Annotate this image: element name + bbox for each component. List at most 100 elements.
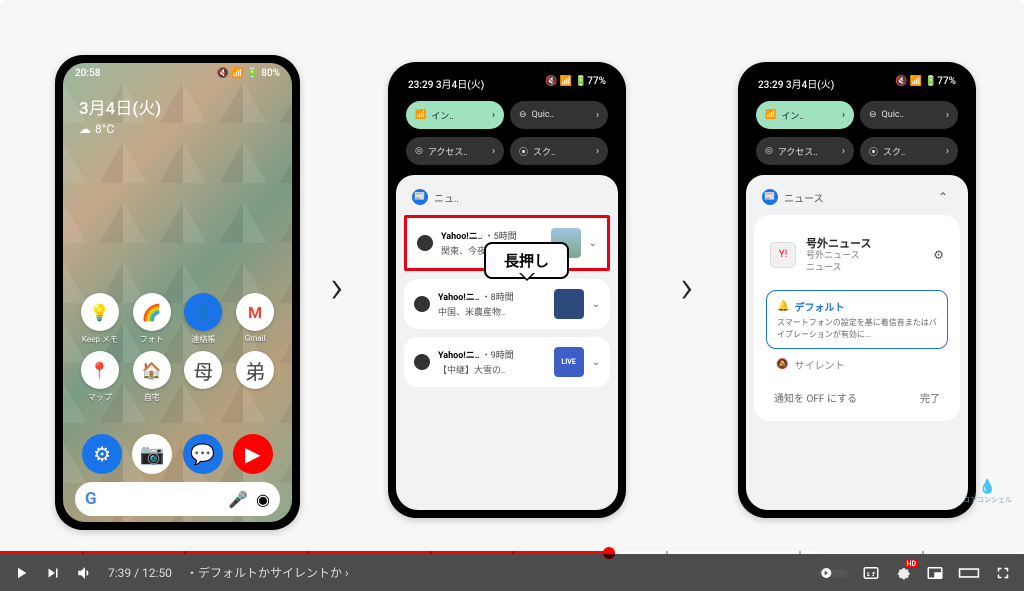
notification-yahoo-2[interactable]: Yahoo!ニ‥ ・8時間 中国、米農産物‥ ⌄ — [404, 279, 610, 329]
chevron-down-icon[interactable]: ⌄ — [589, 238, 597, 249]
player-controls: 7:39 / 12:50 ・デフォルトかサイレントか › HD — [0, 554, 1024, 591]
mic-icon[interactable]: 🎤 — [228, 490, 248, 509]
news-icon: 📰 — [412, 189, 428, 205]
quick-settings-row-1: 📶イン‥› ⊖Quic‥› — [746, 97, 968, 133]
option-default-desc: スマートフォンの設定を基に着信音またはバイブレーションが有効に... — [777, 317, 937, 339]
chevron-right-icon: › — [842, 146, 845, 157]
theater-button[interactable] — [958, 564, 980, 582]
qs-screen[interactable]: ⦿スク‥› — [510, 137, 608, 165]
cc-icon — [862, 564, 880, 582]
dock-messages[interactable]: 💬 — [183, 434, 223, 474]
done-button[interactable]: 完了 — [920, 390, 940, 405]
chevron-right-icon: › — [596, 146, 599, 157]
wifi-icon: 📶 — [765, 110, 776, 120]
notification-channel-row: Y! 号外ニュース 号外ニュース ニュース ⚙ — [766, 227, 948, 282]
screen-icon: ⦿ — [869, 145, 878, 158]
yahoo-news-icon: Y! — [770, 242, 796, 268]
news-icon: 📰 — [762, 189, 778, 205]
phone-home-screen: 20:58 🔇 📶 🔋 80% 3月4日(火) ☁ 8°C 💡Keep メモ 🌈… — [55, 55, 300, 530]
gear-icon[interactable]: ⚙ — [933, 248, 944, 262]
app-photos[interactable]: 🌈フォト — [129, 293, 175, 345]
bell-icon: 🔔 — [777, 301, 789, 312]
notification-panel: 📰 ニュ‥ Yahoo!ニ‥ ・5時間 関東、今夜には‥ ⌄ Yahoo!ニ‥ … — [396, 175, 618, 510]
app-keep[interactable]: 💡Keep メモ — [77, 293, 123, 345]
chevron-right-icon: › — [946, 110, 949, 121]
chevron-right-icon: › — [345, 566, 349, 580]
weather-icon: ☁ — [79, 122, 91, 136]
play-icon — [12, 564, 30, 582]
screen-icon: ⦿ — [519, 145, 528, 158]
notif-section-header: 📰ニュース ⌃ — [754, 185, 960, 215]
arrow-icon: › — [330, 260, 344, 314]
qs-internet[interactable]: 📶イン‥› — [756, 101, 854, 129]
weather-row: ☁ 8°C — [79, 122, 276, 136]
long-press-callout: 長押し — [484, 242, 569, 279]
option-silent[interactable]: 🔕 サイレント — [766, 349, 948, 380]
yahoo-app-icon — [417, 235, 433, 251]
channel-title: 号外ニュース — [806, 235, 923, 251]
qs-accessibility[interactable]: ◎アクセス‥› — [756, 137, 854, 165]
turn-off-button[interactable]: 通知を OFF にする — [774, 390, 857, 405]
dock-settings[interactable]: ⚙ — [82, 434, 122, 474]
app-mother-contact[interactable]: 母 — [181, 351, 227, 403]
video-content: 20:58 🔇 📶 🔋 80% 3月4日(火) ☁ 8°C 💡Keep メモ 🌈… — [0, 0, 1024, 554]
notification-panel: 📰ニュース ⌃ Y! 号外ニュース 号外ニュース ニュース ⚙ 🔔 — [746, 175, 968, 510]
date-text: 3月4日(火) — [79, 94, 276, 119]
status-bar: 23:29 3月4日(火) 🔇 📶 🔋77% — [396, 70, 618, 97]
status-time: 20:58 — [75, 68, 100, 79]
bell-off-icon: 🔕 — [776, 359, 788, 370]
theater-icon — [958, 564, 980, 582]
qs-screen[interactable]: ⦿スク‥› — [860, 137, 958, 165]
notification-settings-card: Y! 号外ニュース 号外ニュース ニュース ⚙ 🔔デフォルト スマートフォンの設… — [754, 215, 960, 421]
chevron-right-icon: › — [492, 146, 495, 157]
next-button[interactable] — [44, 564, 62, 582]
play-button[interactable] — [12, 564, 30, 582]
temp-text: 8°C — [95, 122, 114, 136]
lens-icon[interactable]: ◉ — [256, 490, 270, 509]
qs-accessibility[interactable]: ◎アクセス‥› — [406, 137, 504, 165]
chevron-down-icon[interactable]: ⌄ — [592, 357, 600, 368]
fullscreen-button[interactable] — [994, 564, 1012, 582]
fullscreen-icon — [994, 564, 1012, 582]
qs-quickshare[interactable]: ⊖Quic‥› — [510, 101, 608, 129]
arrow-icon: › — [680, 260, 694, 314]
settings-button[interactable]: HD — [894, 564, 912, 582]
volume-icon — [76, 564, 94, 582]
app-home[interactable]: 🏠自宅 — [129, 351, 175, 403]
qs-internet[interactable]: 📶イン‥› — [406, 101, 504, 129]
notification-yahoo-3[interactable]: Yahoo!ニ‥ ・9時間 【中継】大雪の‥ LIVE ⌄ — [404, 337, 610, 387]
time-display: 7:39 / 12:50 — [108, 566, 172, 580]
volume-button[interactable] — [76, 564, 94, 582]
app-contacts[interactable]: 👤連絡帳 — [181, 293, 227, 345]
quick-settings-row-2: ◎アクセス‥› ⦿スク‥› — [396, 133, 618, 169]
chevron-down-icon[interactable]: ⌄ — [592, 299, 600, 310]
chapter-title[interactable]: ・デフォルトかサイレントか › — [186, 564, 349, 581]
accessibility-icon: ◎ — [415, 146, 423, 156]
dock-camera[interactable]: 📷 — [132, 434, 172, 474]
quick-settings-row-1: 📶イン‥› ⊖Quic‥› — [396, 97, 618, 133]
subtitles-button[interactable] — [862, 564, 880, 582]
quick-settings-row-2: ◎アクセス‥› ⦿スク‥› — [746, 133, 968, 169]
status-right: 🔇 📶 🔋 80% — [216, 68, 280, 79]
phone-notification-settings: 23:29 3月4日(火) 🔇 📶 🔋77% 📶イン‥› ⊖Quic‥› ◎アク… — [738, 62, 976, 518]
app-brother-contact[interactable]: 弟 — [232, 351, 278, 403]
hd-badge: HD — [905, 560, 919, 568]
dock-youtube[interactable]: ▶ — [233, 434, 273, 474]
chevron-up-icon[interactable]: ⌃ — [938, 190, 948, 204]
miniplayer-icon — [926, 564, 944, 582]
app-maps[interactable]: 📍マップ — [77, 351, 123, 403]
chevron-right-icon: › — [596, 110, 599, 121]
share-icon: ⊖ — [519, 110, 527, 120]
option-default[interactable]: 🔔デフォルト スマートフォンの設定を基に着信音またはバイブレーションが有効に..… — [766, 290, 948, 348]
status-bar: 23:29 3月4日(火) 🔇 📶 🔋77% — [746, 70, 968, 97]
qs-quickshare[interactable]: ⊖Quic‥› — [860, 101, 958, 129]
watermark: 💧 コアコンシェル — [963, 479, 1012, 504]
channel-sub2: ニュース — [806, 263, 923, 275]
notif-thumbnail-live: LIVE — [554, 347, 584, 377]
app-grid: 💡Keep メモ 🌈フォト 👤連絡帳 MGmail 📍マップ 🏠自宅 母 弟 — [77, 293, 278, 403]
autoplay-toggle[interactable] — [818, 566, 848, 580]
google-g-icon: G — [85, 489, 97, 509]
app-gmail[interactable]: MGmail — [232, 293, 278, 345]
google-search-bar[interactable]: G 🎤 ◉ — [75, 482, 280, 516]
miniplayer-button[interactable] — [926, 564, 944, 582]
